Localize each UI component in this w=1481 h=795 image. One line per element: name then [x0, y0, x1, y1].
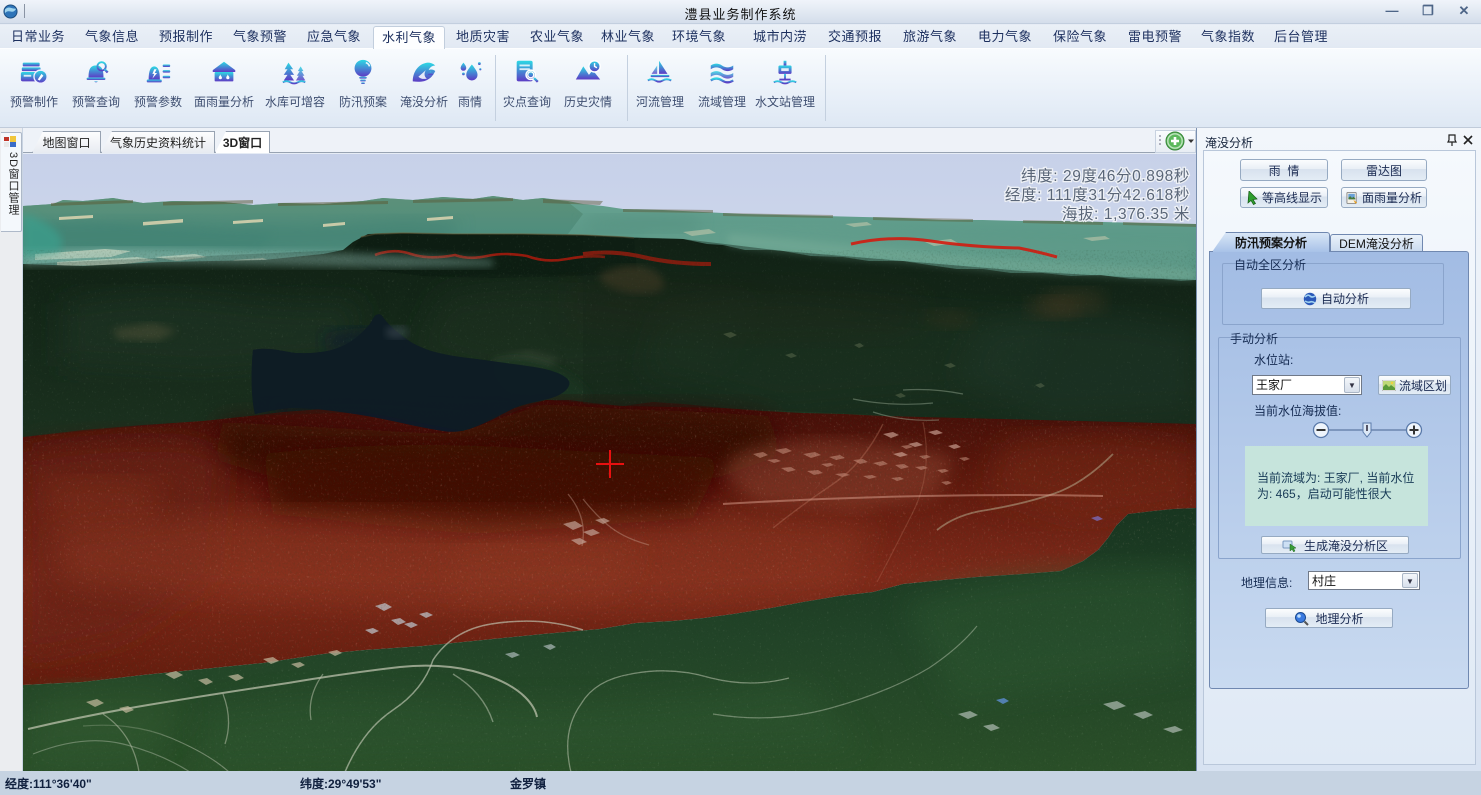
svg-text:纬度: 29度46分0.898秒: 纬度: 29度46分0.898秒	[1021, 167, 1190, 185]
svg-text:经度: 111度31分42.618秒: 经度: 111度31分42.618秒	[1005, 186, 1190, 204]
svg-text:海拔: 1,376.35 米: 海拔: 1,376.35 米	[1062, 205, 1190, 223]
